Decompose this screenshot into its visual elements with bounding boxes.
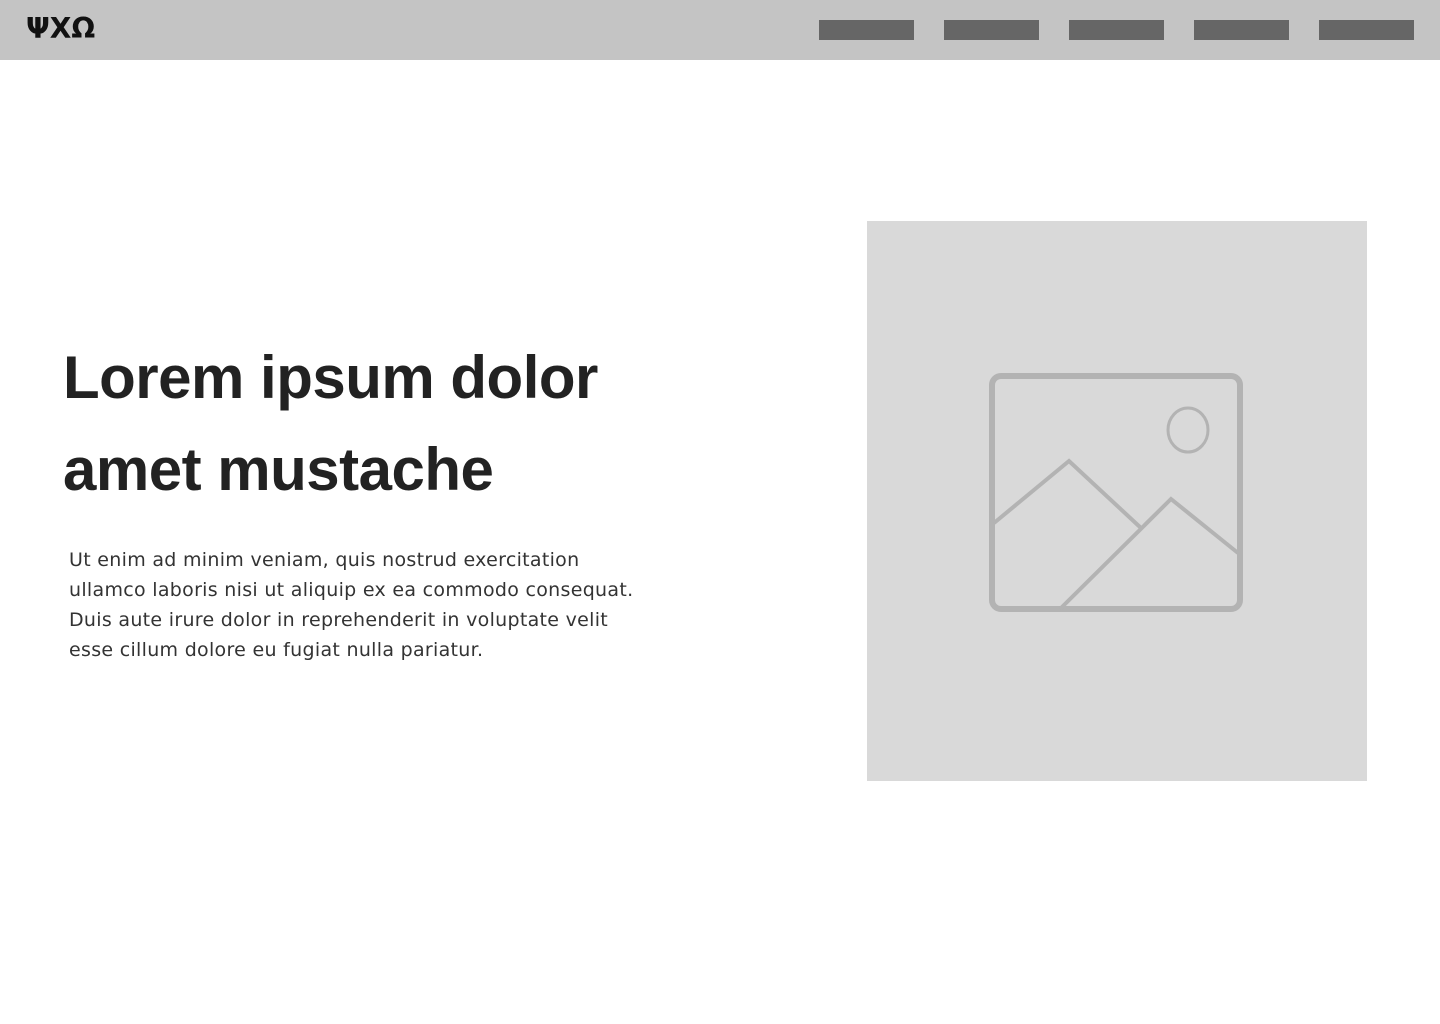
nav-item-4[interactable] [1194,20,1289,40]
hero-image-placeholder [867,221,1367,781]
hero-description-line: esse cillum dolore eu fugiat nulla paria… [69,639,484,661]
hero-description: Ut enim ad minim veniam, quis nostrud ex… [69,545,709,665]
logo[interactable]: ΨΧΩ [26,12,95,46]
hero-title-line: amet mustache [63,436,494,503]
image-icon [989,373,1243,612]
main-nav [819,20,1414,40]
top-nav-bar: ΨΧΩ [0,0,1440,60]
hero-description-line: ullamco laboris nisi ut aliquip ex ea co… [69,579,634,601]
nav-item-5[interactable] [1319,20,1414,40]
hero-title-line: Lorem ipsum dolor [63,344,598,411]
hero-description-line: Ut enim ad minim veniam, quis nostrud ex… [69,549,580,571]
nav-item-3[interactable] [1069,20,1164,40]
nav-item-1[interactable] [819,20,914,40]
hero-title: Lorem ipsum dolor amet mustache [63,332,783,516]
nav-item-2[interactable] [944,20,1039,40]
hero-description-line: Duis aute irure dolor in reprehenderit i… [69,609,609,631]
